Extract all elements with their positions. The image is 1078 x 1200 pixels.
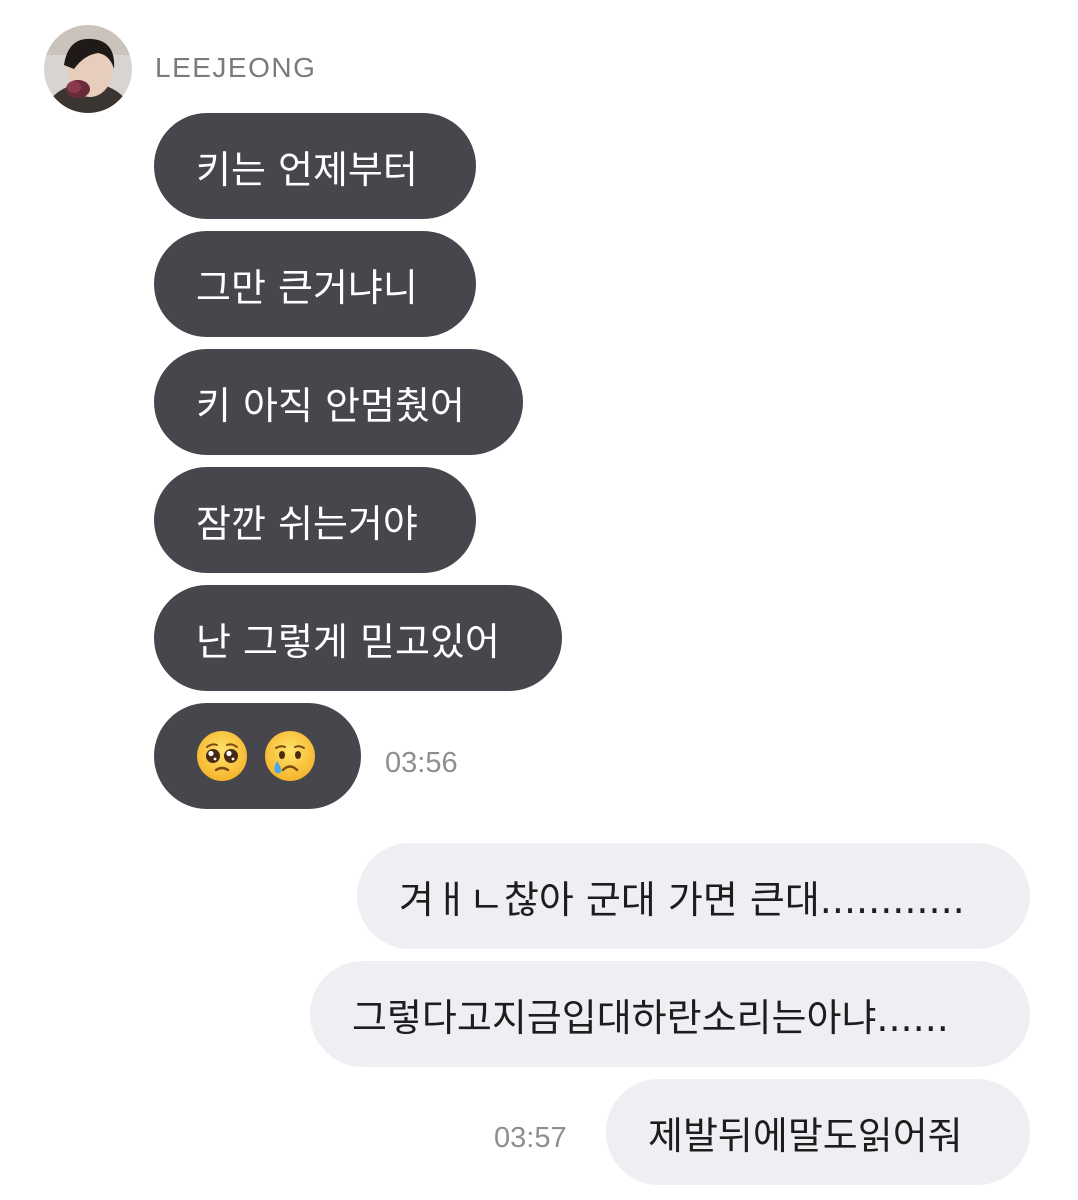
message-bubble-outgoing[interactable]: 겨ㅐㄴ찮아 군대 가면 큰대............: [357, 843, 1030, 949]
message-text: 난 그렇게 믿고있어: [196, 619, 500, 664]
message-bubble-emoji[interactable]: [154, 703, 361, 809]
avatar[interactable]: [44, 25, 132, 113]
message-text: 겨ㅐㄴ찮아 군대 가면 큰대............: [399, 877, 965, 922]
message-bubble-incoming[interactable]: 난 그렇게 믿고있어: [154, 585, 562, 691]
message-text: 잠깐 쉬는거야: [196, 501, 418, 546]
message-text: 그렇다고지금입대하란소리는아냐......: [352, 995, 949, 1040]
message-bubble-incoming[interactable]: 키는 언제부터: [154, 113, 476, 219]
message-bubble-outgoing[interactable]: 그렇다고지금입대하란소리는아냐......: [310, 961, 1030, 1067]
message-bubble-outgoing[interactable]: 제발뒤에말도읽어줘: [606, 1079, 1030, 1185]
message-text: 키 아직 안멈췄어: [196, 383, 465, 428]
sender-name: LEEJEONG: [155, 52, 317, 83]
message-text: 그만 큰거냐니: [196, 265, 418, 310]
message-bubble-incoming[interactable]: 잠깐 쉬는거야: [154, 467, 476, 573]
timestamp: 03:56: [385, 747, 458, 779]
timestamp: 03:57: [494, 1122, 567, 1154]
message-bubble-incoming[interactable]: 그만 큰거냐니: [154, 231, 476, 337]
pleading-face-emoji: [196, 730, 248, 782]
message-text: 키는 언제부터: [196, 147, 418, 192]
crying-face-emoji: [264, 730, 316, 782]
message-bubble-incoming[interactable]: 키 아직 안멈췄어: [154, 349, 523, 455]
message-text: 제발뒤에말도읽어줘: [648, 1113, 963, 1158]
